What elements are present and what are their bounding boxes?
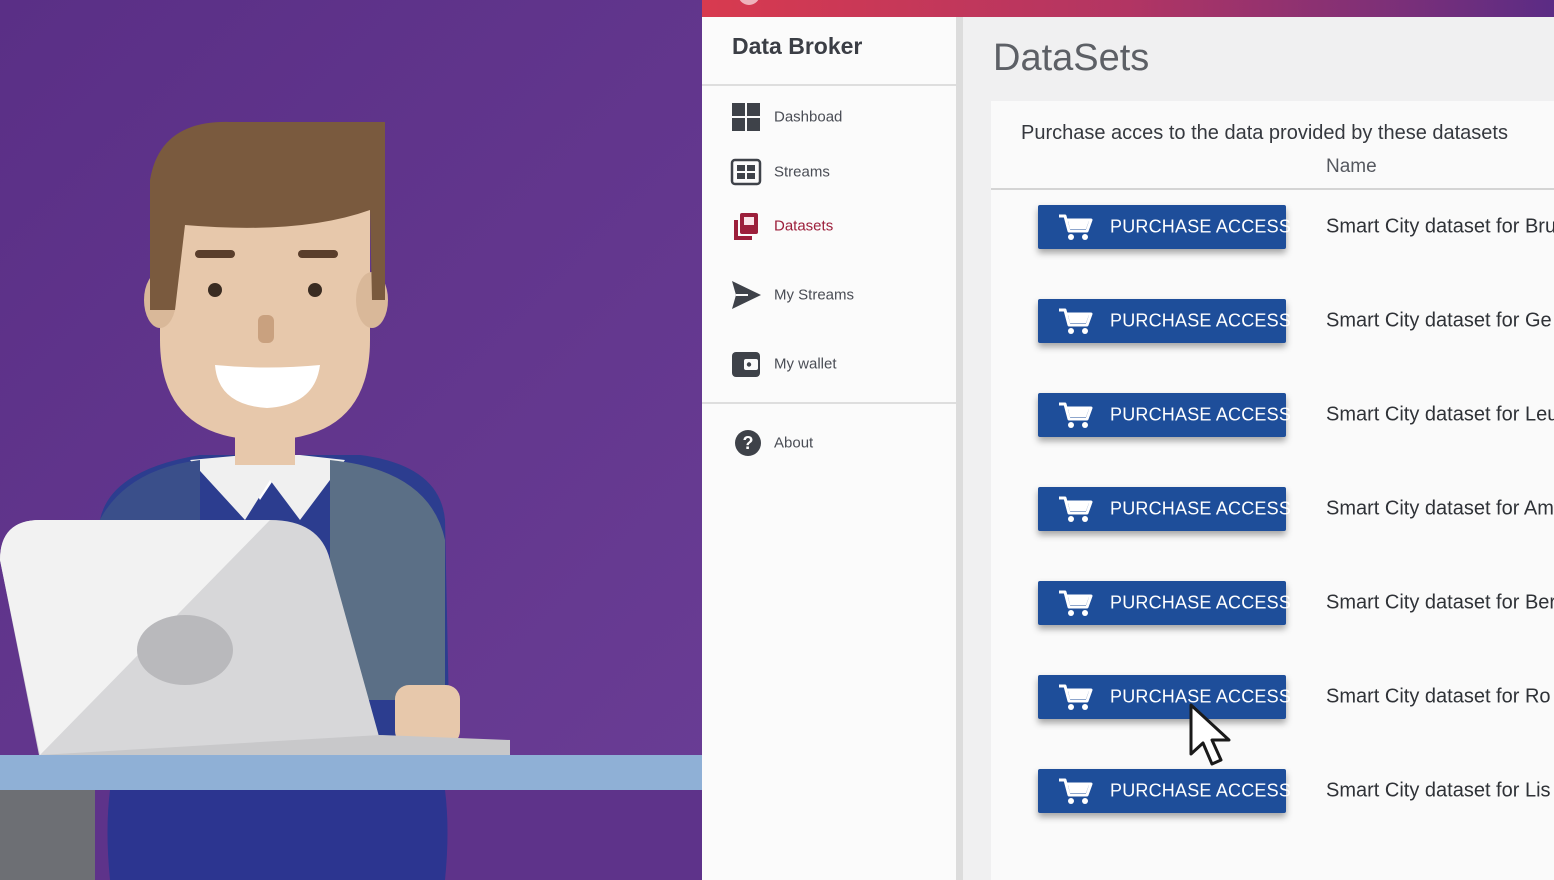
purchase-access-button[interactable]: PURCHASE ACCESS [1038, 393, 1291, 437]
dataset-name: Smart City dataset for Leu [1326, 403, 1554, 426]
dataset-name: Smart City dataset for Bru [1326, 215, 1554, 238]
dataset-name: Smart City dataset for Ber [1326, 591, 1554, 614]
purchase-access-label: PURCHASE ACCESS [1110, 310, 1292, 331]
sidebar-item-label: My wallet [774, 355, 837, 373]
shopping-cart-icon [1058, 213, 1094, 241]
wallet-icon [730, 348, 762, 380]
purchase-access-label: PURCHASE ACCESS [1110, 780, 1292, 801]
sidebar-item-label: Dashboad [774, 108, 843, 126]
send-arrow-icon [730, 279, 762, 311]
purchase-access-button[interactable]: PURCHASE ACCESS [1038, 769, 1291, 813]
dataset-name: Smart City dataset for Ge [1326, 309, 1552, 332]
purchase-access-label: PURCHASE ACCESS [1110, 216, 1292, 237]
sidebar-item-my-wallet[interactable]: My wallet [730, 344, 940, 384]
shopping-cart-icon [1058, 683, 1094, 711]
table-row: PURCHASE ACCESS Smart City dataset for L… [991, 761, 1554, 821]
sidebar-divider [702, 402, 956, 404]
sidebar-item-label: My Streams [774, 286, 855, 304]
streams-icon [730, 156, 762, 188]
datasets-icon [730, 210, 762, 242]
main-content: DataSets Purchase acces to the data prov… [963, 17, 1554, 880]
purchase-access-button[interactable]: PURCHASE ACCESS [1038, 581, 1291, 625]
sidebar: Data Broker Dashboad Streams Datasets My… [702, 17, 956, 880]
purchase-access-button[interactable]: PURCHASE ACCESS [1038, 675, 1291, 719]
table-header-divider [991, 188, 1554, 190]
sidebar-item-dashboard[interactable]: Dashboad [730, 97, 940, 137]
shopping-cart-icon [1058, 307, 1094, 335]
sidebar-item-datasets[interactable]: Datasets [730, 206, 940, 246]
page-title: DataSets [993, 37, 1150, 79]
shopping-cart-icon [1058, 777, 1094, 805]
help-circle-icon: ? [730, 427, 762, 459]
purchase-access-label: PURCHASE ACCESS [1110, 498, 1292, 519]
panel-separator [956, 17, 963, 880]
sidebar-divider [702, 84, 956, 86]
sidebar-item-my-streams[interactable]: My Streams [730, 275, 940, 315]
svg-text:?: ? [743, 433, 754, 453]
purchase-access-label: PURCHASE ACCESS [1110, 686, 1292, 707]
datasets-table-card: Purchase acces to the data provided by t… [991, 101, 1554, 880]
table-row: PURCHASE ACCESS Smart City dataset for R… [991, 667, 1554, 727]
dataset-name: Smart City dataset for Lis [1326, 779, 1551, 802]
table-row: PURCHASE ACCESS Smart City dataset for A… [991, 479, 1554, 539]
dashboard-grid-icon [730, 101, 762, 133]
purchase-access-label: PURCHASE ACCESS [1110, 592, 1292, 613]
purchase-access-button[interactable]: PURCHASE ACCESS [1038, 205, 1291, 249]
app-top-bar [702, 0, 1554, 17]
sidebar-item-about[interactable]: ? About [730, 423, 940, 463]
sidebar-item-label: Streams [774, 163, 830, 181]
sidebar-item-label: Datasets [774, 217, 834, 235]
sidebar-item-streams[interactable]: Streams [730, 152, 940, 192]
illustration-panel [0, 0, 702, 880]
dataset-name: Smart City dataset for Ro [1326, 685, 1551, 708]
table-caption: Purchase acces to the data provided by t… [1021, 122, 1508, 144]
table-row: PURCHASE ACCESS Smart City dataset for B… [991, 573, 1554, 633]
shopping-cart-icon [1058, 589, 1094, 617]
dataset-name: Smart City dataset for Am [1326, 497, 1554, 520]
table-row: PURCHASE ACCESS Smart City dataset for G… [991, 291, 1554, 351]
purchase-access-button[interactable]: PURCHASE ACCESS [1038, 487, 1291, 531]
app-logo-icon [738, 0, 760, 5]
table-row: PURCHASE ACCESS Smart City dataset for B… [991, 197, 1554, 257]
purchase-access-label: PURCHASE ACCESS [1110, 404, 1292, 425]
purchase-access-button[interactable]: PURCHASE ACCESS [1038, 299, 1291, 343]
app-title: Data Broker [732, 33, 863, 59]
column-header-name[interactable]: Name [1326, 156, 1377, 178]
shopping-cart-icon [1058, 495, 1094, 523]
table-row: PURCHASE ACCESS Smart City dataset for L… [991, 385, 1554, 445]
sidebar-item-label: About [774, 434, 814, 452]
shopping-cart-icon [1058, 401, 1094, 429]
man-at-laptop-illustration [0, 121, 702, 880]
